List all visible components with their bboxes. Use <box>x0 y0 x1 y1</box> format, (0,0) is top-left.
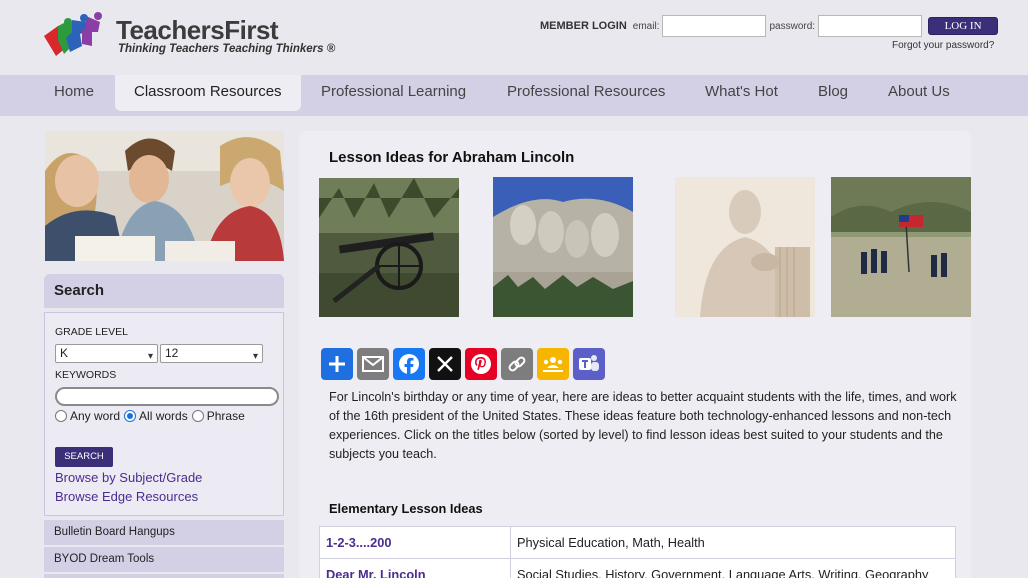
lesson-title-link[interactable]: Dear Mr. Lincoln <box>319 558 511 578</box>
search-header: Search <box>44 274 284 308</box>
page-title: Lesson Ideas for Abraham Lincoln <box>329 149 575 166</box>
nav-home[interactable]: Home <box>54 75 94 111</box>
pinterest-icon[interactable] <box>465 348 497 380</box>
password-label: password: <box>769 20 816 32</box>
nav-blog[interactable]: Blog <box>818 75 848 111</box>
email-icon[interactable] <box>357 348 389 380</box>
table-row: Dear Mr. Lincoln Social Studies, History… <box>319 558 956 578</box>
browse-subject-link[interactable]: Browse by Subject/Grade <box>55 470 202 485</box>
nav-about-us[interactable]: About Us <box>888 75 950 111</box>
radio-all-label: All words <box>139 409 188 423</box>
member-login-form: MEMBER LOGIN email: password: LOG IN <box>540 15 999 37</box>
facebook-icon[interactable] <box>393 348 425 380</box>
share-plus-icon[interactable] <box>321 348 353 380</box>
cannon-photo <box>319 178 459 317</box>
sidebar-item-next[interactable] <box>44 574 284 578</box>
table-row: 1-2-3....200 Physical Education, Math, H… <box>319 526 956 559</box>
google-classroom-icon[interactable] <box>537 348 569 380</box>
radio-icon <box>191 410 204 422</box>
radio-checked-icon <box>124 410 137 422</box>
email-field[interactable] <box>662 15 767 37</box>
mount-rushmore-photo <box>493 177 633 317</box>
nav-professional-learning[interactable]: Professional Learning <box>321 75 466 111</box>
login-button[interactable]: LOG IN <box>928 17 999 35</box>
radio-icon <box>55 410 67 422</box>
logo-name: TeachersFirst <box>116 15 279 45</box>
grade-from-select[interactable]: K ▾ <box>55 344 158 363</box>
site-logo[interactable]: TeachersFirst Thinking Teachers Teaching… <box>38 12 335 62</box>
main-nav: Home Classroom Resources Professional Le… <box>0 75 1028 116</box>
chevron-down-icon: ▾ <box>252 351 258 362</box>
browse-edge-link[interactable]: Browse Edge Resources <box>55 489 198 504</box>
intro-text: For Lincoln's birthday or any time of ye… <box>329 390 957 461</box>
nav-classroom-resources[interactable]: Classroom Resources <box>115 75 301 111</box>
site-header: TeachersFirst Thinking Teachers Teaching… <box>0 0 1028 75</box>
forgot-password-link[interactable]: Forgot your password? <box>892 40 994 51</box>
grade-level-label: GRADE LEVEL <box>55 326 128 338</box>
students-photo <box>45 131 284 261</box>
civil-war-reenactment-photo <box>831 177 971 317</box>
lesson-panel: Lesson Ideas for Abraham Lincoln For Lin… <box>299 131 971 578</box>
sidebar-item-byod[interactable]: BYOD Dream Tools <box>44 547 284 572</box>
match-mode-radios: Any word All words Phrase <box>55 409 249 423</box>
radio-phrase-label: Phrase <box>206 409 245 423</box>
x-icon[interactable] <box>429 348 461 380</box>
radio-any-label: Any word <box>70 409 121 423</box>
keywords-label: KEYWORDS <box>55 369 117 381</box>
lesson-title-link[interactable]: 1-2-3....200 <box>319 526 511 559</box>
search-button[interactable]: SEARCH <box>55 447 113 467</box>
logo-tagline: Thinking Teachers Teaching Thinkers ® <box>118 43 336 55</box>
lesson-subjects: Physical Education, Math, Health <box>510 526 956 559</box>
radio-phrase[interactable]: Phrase <box>191 409 245 423</box>
sidebar-item-bulletin-board[interactable]: Bulletin Board Hangups <box>44 520 284 545</box>
grade-to-value: 12 <box>165 346 179 360</box>
lincoln-memorial-photo <box>675 177 815 317</box>
search-panel: GRADE LEVEL K ▾ 12 ▾ KEYWORDS Any word A… <box>44 312 284 516</box>
lesson-subjects: Social Studies, History, Government, Lan… <box>510 558 956 578</box>
keywords-input[interactable] <box>55 387 279 406</box>
nav-whats-hot[interactable]: What's Hot <box>705 75 778 111</box>
chevron-down-icon: ▾ <box>147 351 153 362</box>
email-label: email: <box>632 20 660 32</box>
elementary-section-title: Elementary Lesson Ideas <box>329 501 483 516</box>
password-field[interactable] <box>818 15 923 37</box>
nav-professional-resources[interactable]: Professional Resources <box>507 75 665 111</box>
radio-all-words[interactable]: All words <box>124 409 188 423</box>
grade-to-select[interactable]: 12 ▾ <box>160 344 263 363</box>
grade-from-value: K <box>60 346 69 360</box>
puzzle-logo-icon <box>44 12 102 56</box>
member-login-title: MEMBER LOGIN <box>540 20 627 32</box>
copy-link-icon[interactable] <box>501 348 533 380</box>
lesson-ideas-table: 1-2-3....200 Physical Education, Math, H… <box>319 526 956 578</box>
microsoft-teams-icon[interactable] <box>573 348 605 380</box>
radio-any-word[interactable]: Any word <box>55 409 120 423</box>
